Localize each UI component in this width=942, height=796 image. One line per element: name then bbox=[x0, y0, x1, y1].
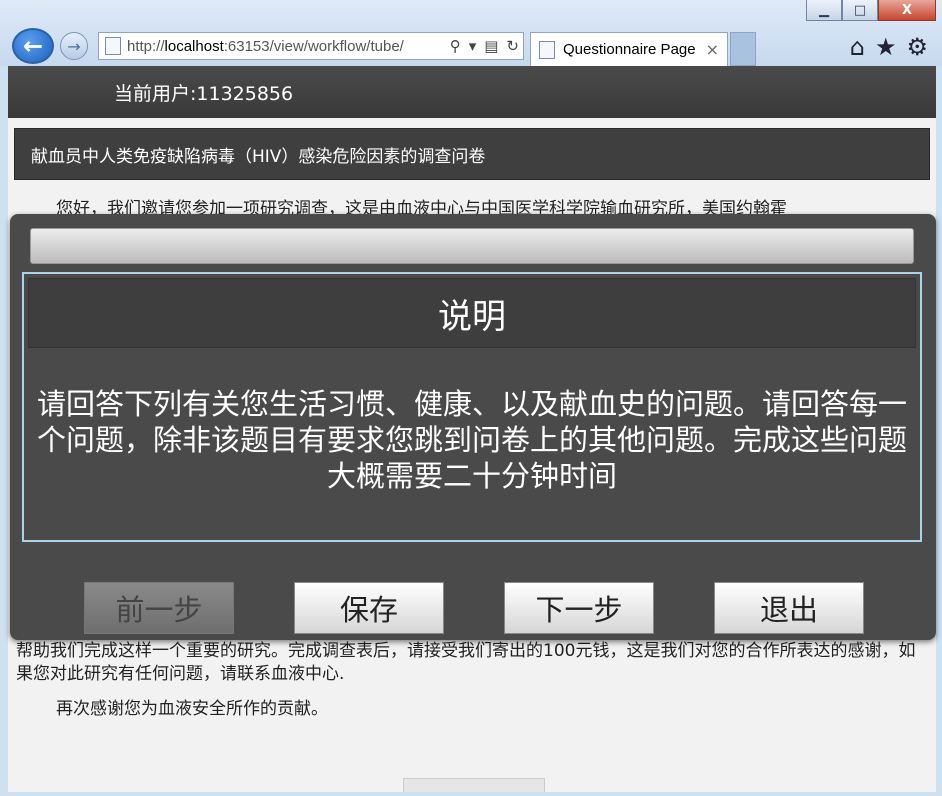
modal-button-row: 前一步 保存 下一步 退出 bbox=[10, 582, 936, 634]
address-prefix: http:// bbox=[127, 37, 165, 55]
home-icon[interactable]: ⌂ bbox=[850, 33, 865, 61]
save-button[interactable]: 保存 bbox=[294, 582, 444, 634]
bottom-button[interactable] bbox=[403, 778, 545, 792]
thanks-paragraph: 帮助我们完成这样一个重要的研究。完成调查表后，请接受我们寄出的100元钱，这是我… bbox=[16, 641, 916, 684]
compat-view-icon[interactable]: ▤ bbox=[484, 37, 498, 55]
progress-bar bbox=[30, 228, 914, 264]
tab-close-icon[interactable]: × bbox=[706, 40, 719, 59]
close-window-button[interactable]: X bbox=[878, 0, 936, 21]
page-icon bbox=[539, 40, 555, 59]
instructions-heading: 说明 bbox=[28, 278, 916, 348]
dropdown-icon[interactable]: ▾ bbox=[469, 37, 477, 55]
address-url[interactable]: http://localhost:63153/view/workflow/tub… bbox=[127, 38, 446, 55]
browser-chrome: ▁ □ X ← → http://localhost:63153/view/wo… bbox=[0, 0, 942, 66]
exit-button[interactable]: 退出 bbox=[714, 582, 864, 634]
prev-button[interactable]: 前一步 bbox=[84, 582, 234, 634]
address-bar[interactable]: http://localhost:63153/view/workflow/tub… bbox=[98, 32, 524, 60]
refresh-icon[interactable]: ↻ bbox=[506, 37, 519, 55]
top-bar: 当前用户:11325856 bbox=[8, 66, 936, 118]
questionnaire-title: 献血员中人类免疫缺陷病毒（HIV）感染危险因素的调查问卷 bbox=[14, 128, 930, 180]
forward-button[interactable]: → bbox=[60, 32, 88, 60]
address-path: :63153/view/workflow/tube/ bbox=[223, 37, 404, 55]
maximize-button[interactable]: □ bbox=[842, 0, 878, 21]
favorites-star-icon[interactable]: ★ bbox=[875, 33, 897, 61]
current-user-label: 当前用户:11325856 bbox=[114, 82, 294, 105]
gear-icon[interactable]: ⚙ bbox=[906, 33, 928, 61]
tab-title: Questionnaire Page bbox=[563, 41, 696, 58]
instructions-modal: 说明 请回答下列有关您生活习惯、健康、以及献血史的问题。请回答每一个问题，除非该… bbox=[10, 214, 936, 640]
instructions-body: 请回答下列有关您生活习惯、健康、以及献血史的问题。请回答每一个问题，除非该题目有… bbox=[36, 387, 907, 493]
minimize-button[interactable]: ▁ bbox=[806, 0, 842, 21]
body-text: 帮助我们完成这样一个重要的研究。完成调查表后，请接受我们寄出的100元钱，这是我… bbox=[16, 640, 930, 733]
new-tab-button[interactable] bbox=[730, 32, 756, 66]
address-host: localhost bbox=[164, 37, 224, 55]
search-icon[interactable]: ⚲ bbox=[450, 37, 461, 55]
instructions-box: 说明 请回答下列有关您生活习惯、健康、以及献血史的问题。请回答每一个问题，除非该… bbox=[22, 272, 922, 542]
browser-toolbar-right: ⌂ ★ ⚙ bbox=[850, 33, 928, 61]
tab-questionnaire[interactable]: Questionnaire Page × bbox=[530, 32, 728, 66]
closing-paragraph: 再次感谢您为血液安全所作的贡献。 bbox=[56, 699, 328, 719]
back-button[interactable]: ← bbox=[12, 28, 54, 64]
next-button[interactable]: 下一步 bbox=[504, 582, 654, 634]
page-icon bbox=[105, 37, 121, 55]
window-controls: ▁ □ X bbox=[806, 0, 936, 21]
